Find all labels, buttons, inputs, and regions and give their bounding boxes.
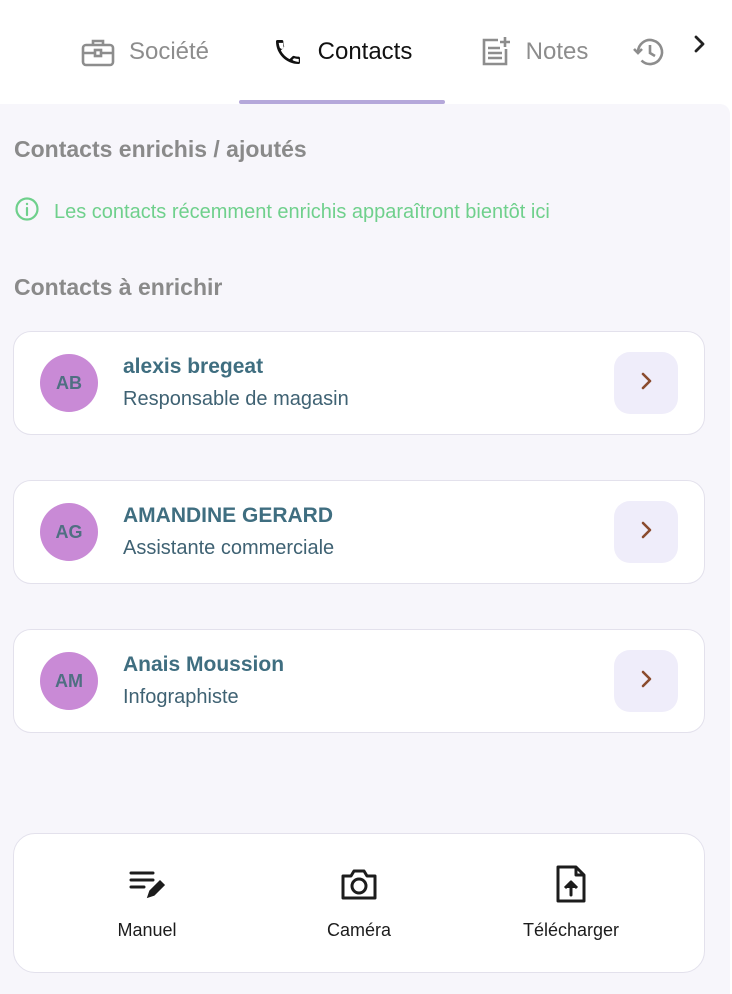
avatar: AB bbox=[40, 354, 98, 412]
info-icon bbox=[14, 196, 40, 228]
contacts-panel: Contacts enrichis / ajoutés Les contacts… bbox=[0, 104, 730, 994]
tab-notes[interactable]: Notes bbox=[458, 0, 608, 104]
info-text: Les contacts récemment enrichis apparaît… bbox=[54, 200, 550, 223]
open-contact-button[interactable] bbox=[614, 650, 678, 712]
contact-name: AMANDINE GERARD bbox=[123, 504, 333, 527]
briefcase-icon bbox=[81, 37, 115, 67]
camera-button[interactable]: Caméra bbox=[269, 834, 449, 974]
file-upload-icon bbox=[554, 864, 588, 904]
contact-role: Responsable de magasin bbox=[123, 388, 349, 410]
contact-card[interactable]: AG AMANDINE GERARD Assistante commercial… bbox=[13, 480, 705, 584]
tab-contacts[interactable]: Contacts bbox=[239, 0, 445, 104]
contact-role: Assistante commerciale bbox=[123, 537, 335, 559]
camera-icon bbox=[339, 864, 379, 904]
phone-icon bbox=[272, 36, 304, 68]
enriched-section-title: Contacts enrichis / ajoutés bbox=[14, 136, 307, 162]
contact-card[interactable]: AM Anais Moussion Infographiste bbox=[13, 629, 705, 733]
chevron-right-icon bbox=[639, 520, 653, 545]
tab-bar: Société Contacts Notes bbox=[0, 0, 732, 104]
action-label: Télécharger bbox=[522, 920, 620, 940]
edit-list-icon bbox=[128, 864, 166, 904]
to-enrich-section-title: Contacts à enrichir bbox=[14, 274, 223, 300]
contact-name: alexis bregeat bbox=[123, 355, 264, 378]
page: Société Contacts Notes Contacts enrichis… bbox=[0, 0, 732, 994]
info-message: Les contacts récemment enrichis apparaît… bbox=[14, 196, 550, 228]
action-label: Manuel bbox=[117, 920, 177, 940]
chevron-right-icon bbox=[692, 34, 706, 59]
chevron-right-icon bbox=[639, 371, 653, 396]
open-contact-button[interactable] bbox=[614, 501, 678, 563]
tab-label: Société bbox=[128, 38, 210, 65]
tab-label: Notes bbox=[525, 38, 589, 65]
chevron-right-icon bbox=[639, 669, 653, 694]
open-contact-button[interactable] bbox=[614, 352, 678, 414]
avatar: AG bbox=[40, 503, 98, 561]
tab-history[interactable] bbox=[632, 0, 678, 104]
note-add-icon bbox=[478, 35, 512, 69]
upload-button[interactable]: Télécharger bbox=[481, 834, 661, 974]
tab-label: Contacts bbox=[317, 38, 413, 65]
tabs-scroll-right-button[interactable] bbox=[684, 26, 714, 66]
tab-societe[interactable]: Société bbox=[60, 0, 230, 104]
action-label: Caméra bbox=[326, 920, 392, 940]
contact-card[interactable]: AB alexis bregeat Responsable de magasin bbox=[13, 331, 705, 435]
add-contact-actions: Manuel Caméra Télécharger bbox=[13, 833, 705, 973]
manual-entry-button[interactable]: Manuel bbox=[57, 834, 237, 974]
avatar: AM bbox=[40, 652, 98, 710]
history-icon bbox=[632, 35, 666, 69]
contact-role: Infographiste bbox=[123, 686, 239, 708]
contact-name: Anais Moussion bbox=[123, 653, 285, 676]
